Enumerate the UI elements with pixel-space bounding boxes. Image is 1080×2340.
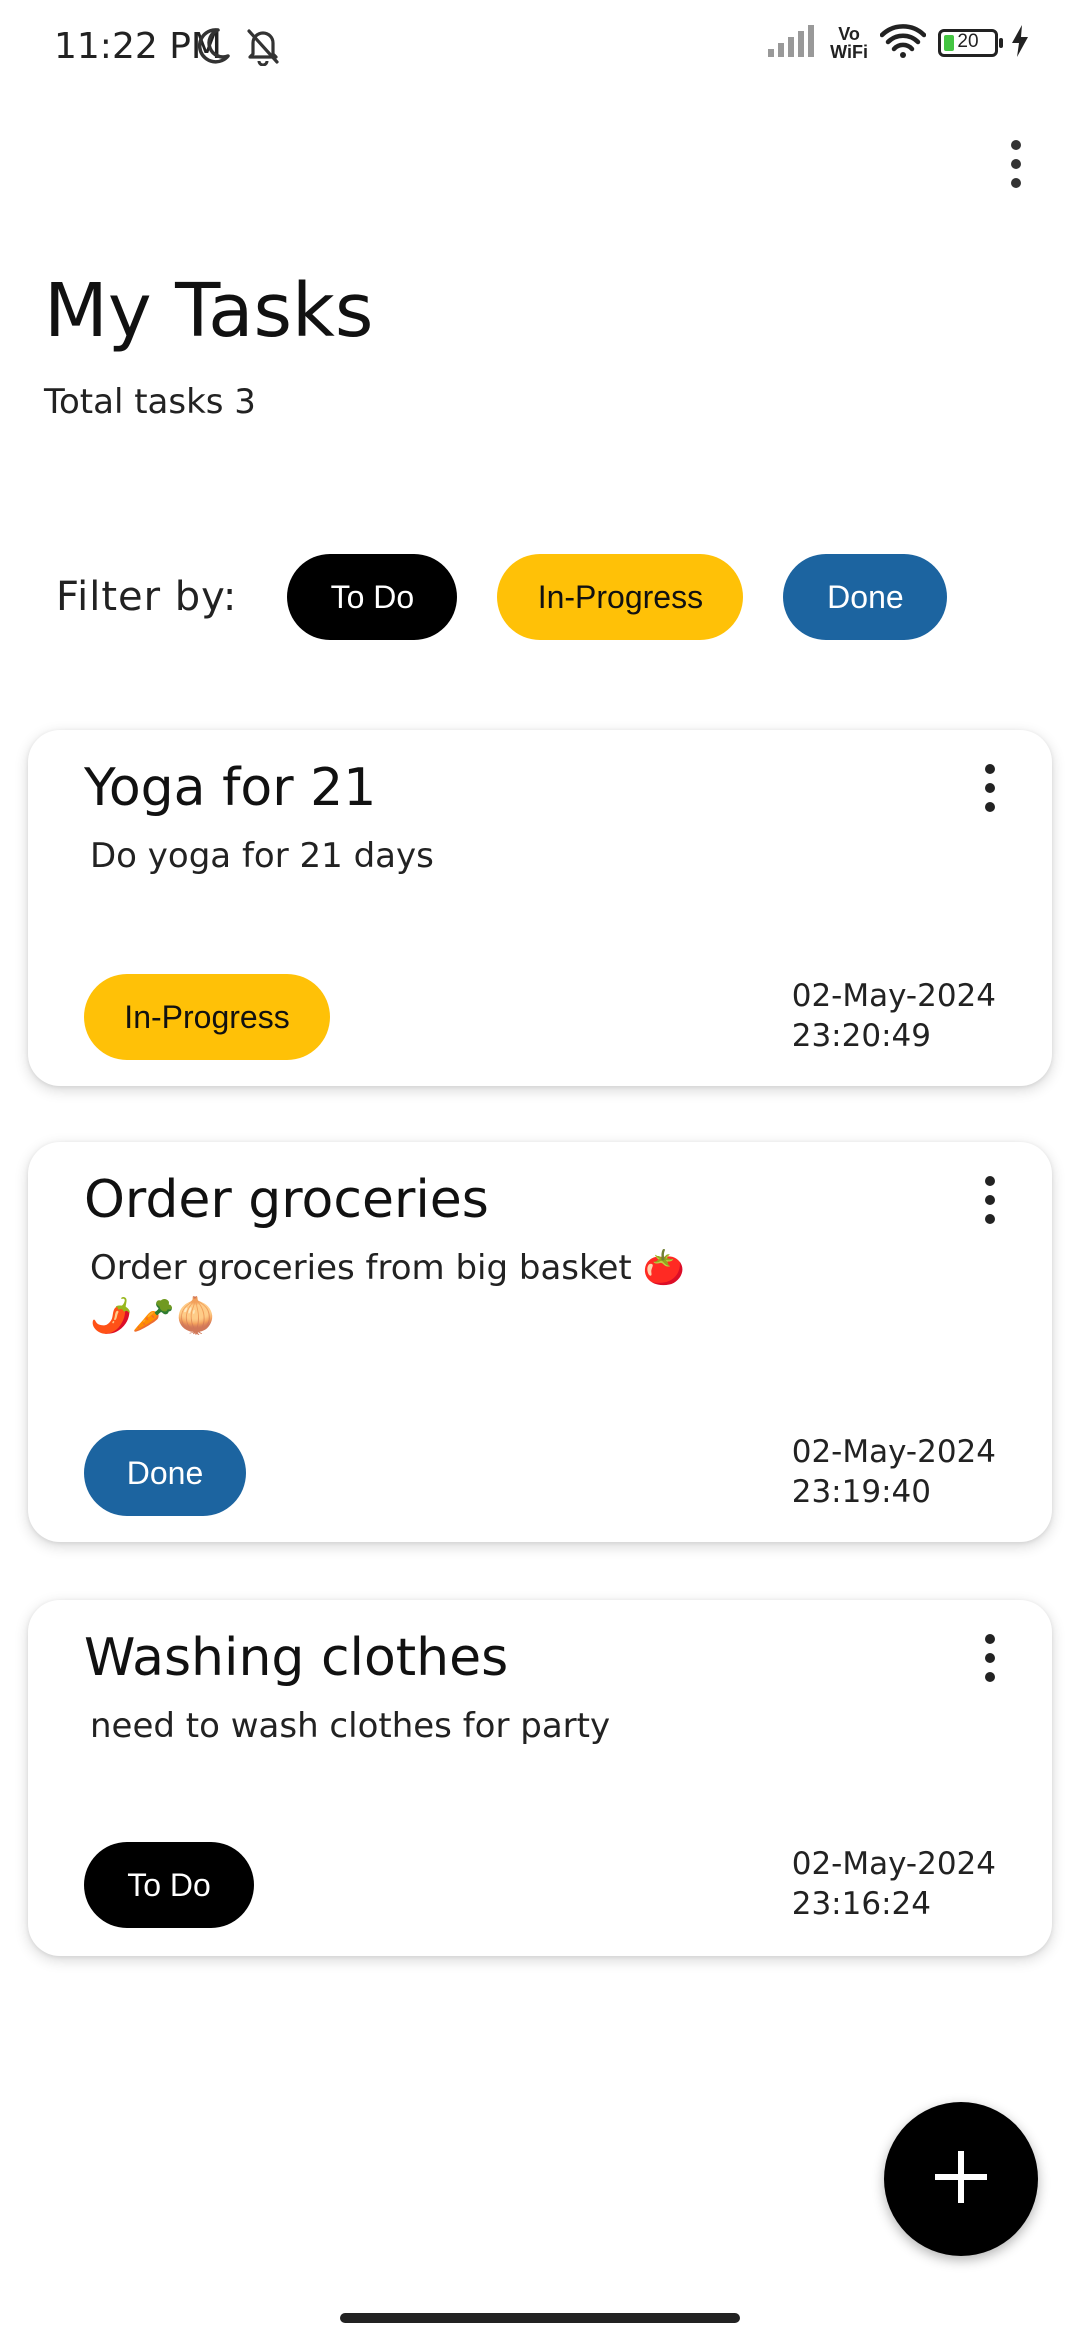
task-title: Order groceries [84, 1170, 489, 1230]
task-card[interactable]: Yoga for 21 Do yoga for 21 days In-Progr… [28, 730, 1052, 1086]
filter-chip-done[interactable]: Done [783, 554, 948, 640]
status-right: Vo WiFi 20 [768, 24, 1030, 62]
task-time: 23:20:49 [791, 1018, 931, 1054]
vowifi-top: Vo [838, 24, 860, 44]
battery-icon: 20 [938, 29, 1003, 57]
task-status-badge[interactable]: In-Progress [84, 974, 330, 1060]
vowifi-bottom: WiFi [830, 42, 868, 62]
task-date: 02-May-2024 [791, 1846, 996, 1882]
gesture-nav-handle[interactable] [340, 2313, 740, 2323]
battery-level: 20 [957, 31, 979, 52]
task-date: 02-May-2024 [791, 1434, 996, 1470]
task-card[interactable]: Order groceries Order groceries from big… [28, 1142, 1052, 1542]
menu-dot [1011, 178, 1021, 188]
menu-dot [985, 783, 995, 793]
task-card[interactable]: Washing clothes need to wash clothes for… [28, 1600, 1052, 1956]
total-tasks-count: Total tasks 3 [44, 382, 256, 422]
menu-dot [985, 1176, 995, 1186]
menu-dot [985, 1653, 995, 1663]
status-left-icons [196, 26, 282, 70]
filter-row: Filter by: To Do In-Progress Done [56, 554, 987, 640]
filter-chip-in-progress[interactable]: In-Progress [497, 554, 744, 640]
task-timestamp: 02-May-2024 23:19:40 [792, 1432, 996, 1512]
task-description: need to wash clothes for party [90, 1706, 611, 1746]
page-title: My Tasks [44, 268, 374, 354]
task-status-badge[interactable]: To Do [84, 1842, 254, 1928]
menu-dot [985, 1672, 995, 1682]
task-title: Yoga for 21 [84, 758, 377, 818]
menu-dot [1011, 159, 1021, 169]
task-title: Washing clothes [84, 1628, 509, 1688]
task-more-icon[interactable] [972, 760, 1008, 816]
moon-icon [196, 26, 232, 70]
status-bar: 11:22 PM Vo WiFi 20 [0, 0, 1080, 100]
task-time: 23:19:40 [791, 1474, 931, 1510]
task-description: Do yoga for 21 days [90, 836, 434, 876]
signal-icon [768, 25, 818, 61]
task-description: Order groceries from big basket 🍅 🌶️🥕🧅 [90, 1244, 890, 1340]
menu-dot [1011, 140, 1021, 150]
task-timestamp: 02-May-2024 23:20:49 [792, 976, 996, 1056]
more-vertical-icon[interactable] [996, 134, 1036, 194]
add-task-button[interactable] [884, 2102, 1038, 2256]
menu-dot [985, 764, 995, 774]
task-more-icon[interactable] [972, 1172, 1008, 1228]
task-status-badge[interactable]: Done [84, 1430, 246, 1516]
menu-dot [985, 1634, 995, 1644]
task-description-emoji: 🌶️🥕🧅 [90, 1296, 218, 1336]
menu-dot [985, 1214, 995, 1224]
menu-dot [985, 802, 995, 812]
filter-chip-todo[interactable]: To Do [287, 554, 458, 640]
wifi-icon [879, 24, 927, 62]
task-description-line: Order groceries from big basket 🍅 [90, 1248, 685, 1288]
menu-dot [985, 1195, 995, 1205]
bell-off-icon [244, 26, 282, 70]
task-date: 02-May-2024 [791, 978, 996, 1014]
charging-icon [1010, 25, 1030, 61]
task-more-icon[interactable] [972, 1630, 1008, 1686]
filter-label: Filter by: [56, 574, 238, 620]
task-time: 23:16:24 [791, 1886, 931, 1922]
plus-icon [933, 2149, 989, 2209]
task-timestamp: 02-May-2024 23:16:24 [792, 1844, 996, 1924]
vowifi-indicator: Vo WiFi [830, 25, 868, 61]
